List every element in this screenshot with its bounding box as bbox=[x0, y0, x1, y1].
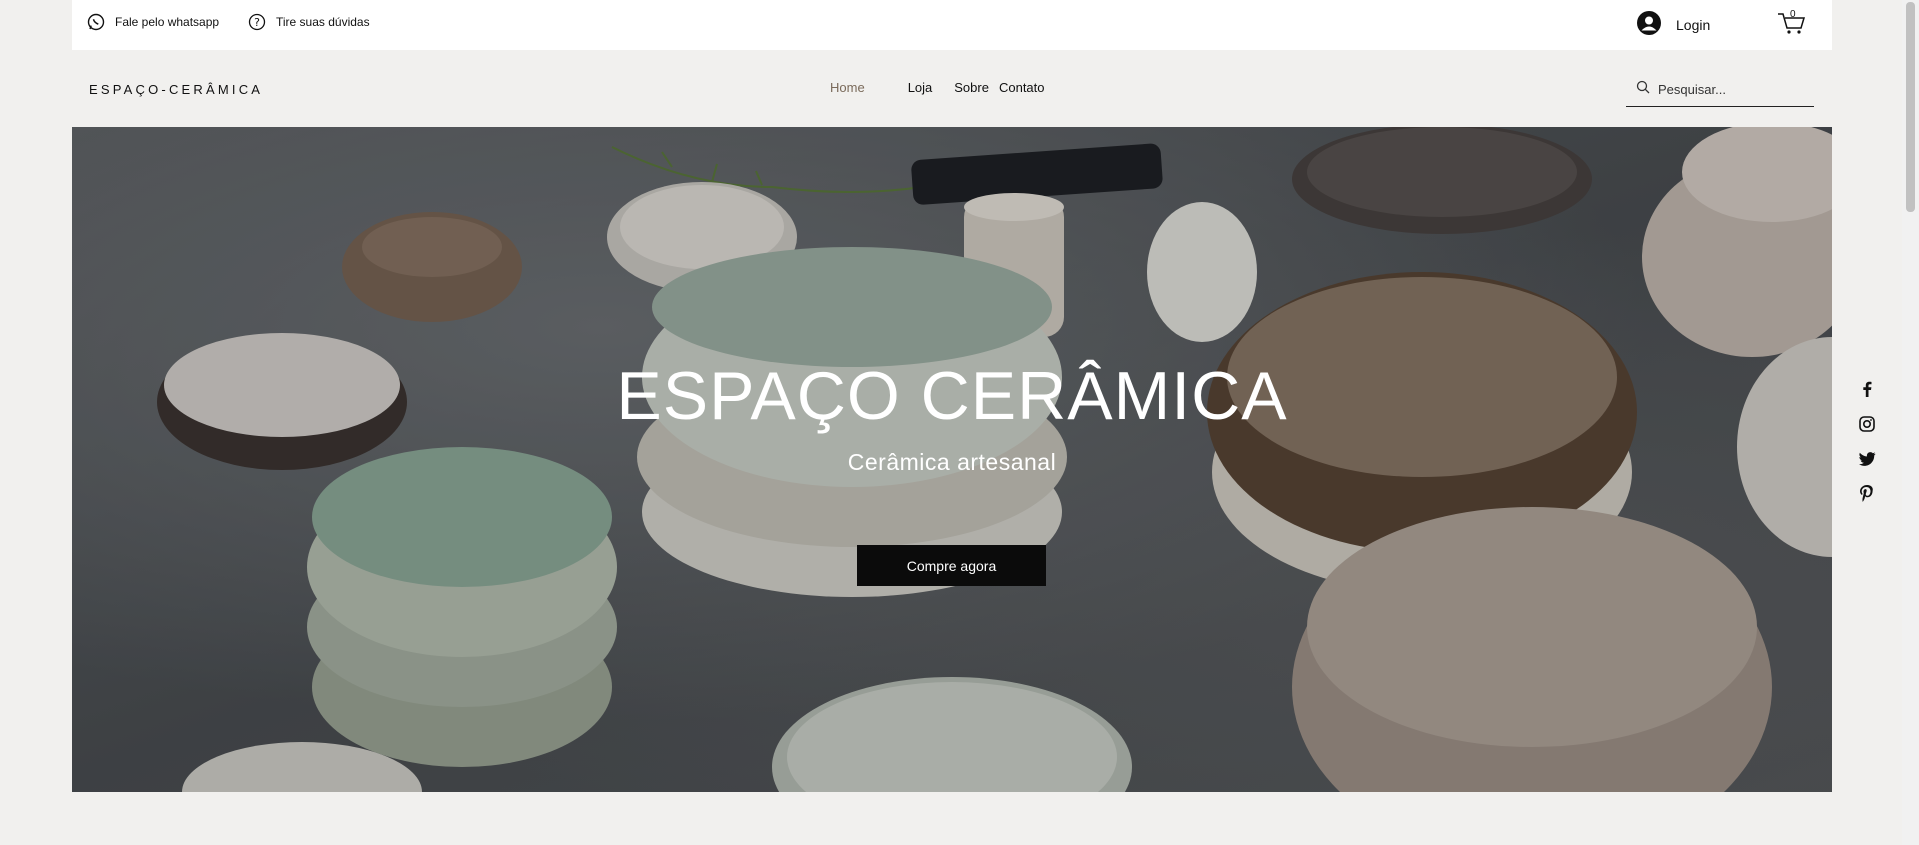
whatsapp-label: Fale pelo whatsapp bbox=[115, 15, 220, 29]
nav-item-contato[interactable]: Contato bbox=[999, 80, 1045, 95]
hero-subtitle: Cerâmica artesanal bbox=[847, 449, 1057, 475]
login-label: Login bbox=[1676, 16, 1711, 33]
faq-link[interactable]: ? Tire suas dúvidas bbox=[248, 13, 370, 31]
search-box bbox=[1626, 72, 1814, 107]
faq-label: Tire suas dúvidas bbox=[276, 15, 370, 29]
page-scrollbar[interactable] bbox=[1902, 0, 1919, 845]
shop-now-button[interactable]: Compre agora bbox=[857, 545, 1046, 586]
search-input[interactable] bbox=[1658, 81, 1808, 97]
search-icon bbox=[1636, 80, 1650, 99]
site-logo[interactable]: ESPAÇO-CERÂMICA bbox=[89, 82, 263, 97]
login-button[interactable]: Login bbox=[1637, 11, 1710, 38]
top-bar: Fale pelo whatsapp ? Tire suas dúvidas L… bbox=[72, 0, 1832, 50]
hero-banner: ESPAÇO CERÂMICA Cerâmica artesanal Compr… bbox=[72, 127, 1832, 792]
cart-button[interactable]: 0 bbox=[1777, 8, 1807, 36]
user-avatar-icon bbox=[1637, 11, 1661, 38]
facebook-icon[interactable] bbox=[1858, 380, 1876, 397]
instagram-icon[interactable] bbox=[1858, 415, 1876, 432]
whatsapp-icon bbox=[87, 13, 105, 31]
cart-count: 0 bbox=[1790, 9, 1796, 20]
main-nav: Home Loja Sobre Contato bbox=[830, 80, 1045, 95]
nav-item-loja[interactable]: Loja bbox=[908, 80, 933, 95]
nav-item-sobre[interactable]: Sobre bbox=[954, 80, 989, 95]
scrollbar-thumb[interactable] bbox=[1906, 2, 1915, 212]
cart-icon bbox=[1777, 13, 1807, 40]
pinterest-icon[interactable] bbox=[1858, 485, 1876, 502]
svg-text:?: ? bbox=[254, 16, 260, 29]
social-bar bbox=[1858, 380, 1876, 502]
site-header: ESPAÇO-CERÂMICA Home Loja Sobre Contato bbox=[72, 50, 1832, 127]
whatsapp-link[interactable]: Fale pelo whatsapp bbox=[87, 13, 219, 31]
question-icon: ? bbox=[248, 13, 266, 31]
hero-title: ESPAÇO CERÂMICA bbox=[616, 358, 1288, 434]
twitter-icon[interactable] bbox=[1858, 450, 1876, 467]
nav-item-home[interactable]: Home bbox=[830, 80, 865, 95]
